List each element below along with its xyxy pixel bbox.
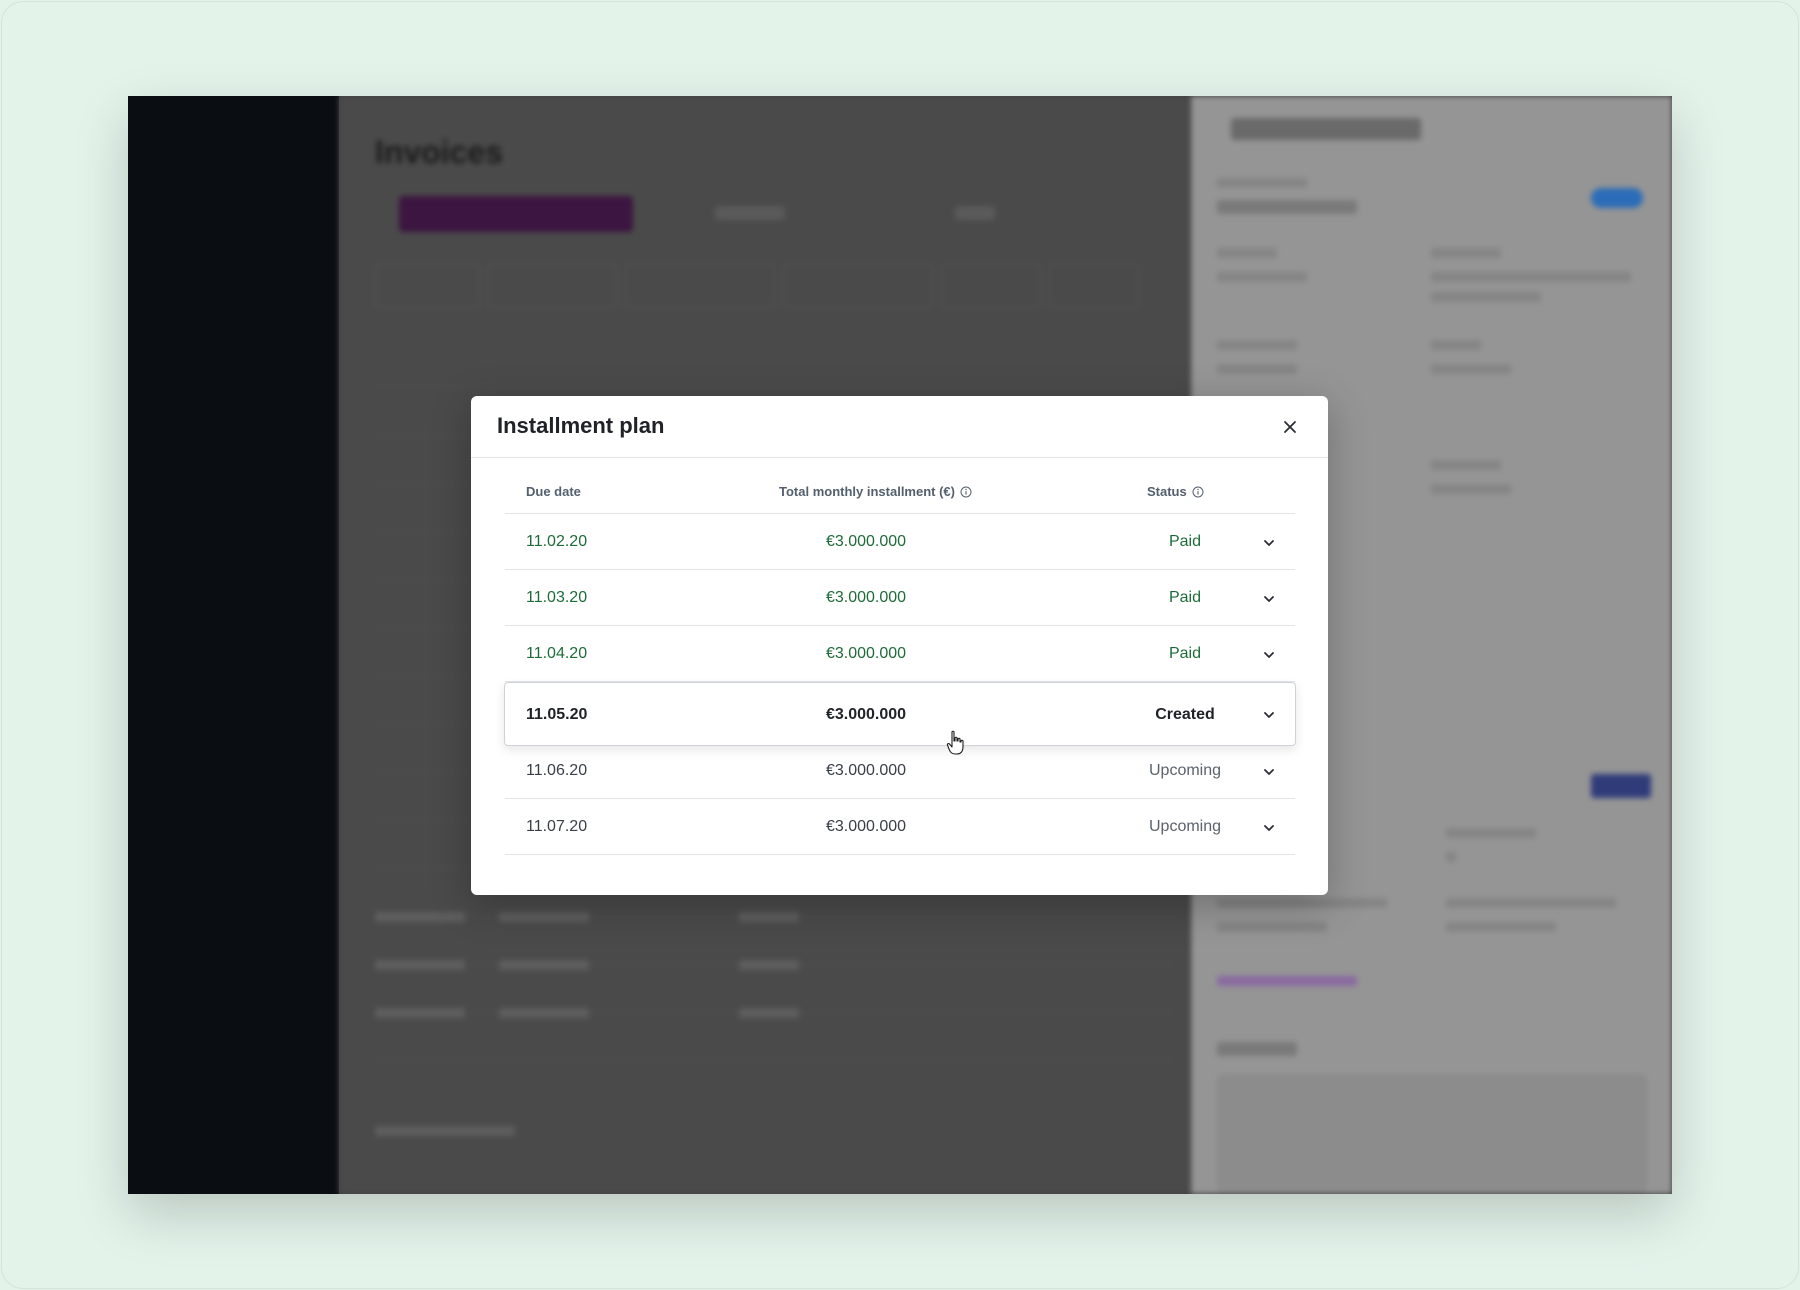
header-due-date: Due date: [526, 484, 581, 499]
installment-plan-modal: Installment plan Due date Total monthly …: [471, 396, 1328, 895]
installment-amount: €3.000.000: [825, 645, 907, 662]
header-total-installment: Total monthly installment (€): [779, 484, 972, 499]
chevron-down-icon[interactable]: [1262, 592, 1276, 606]
installment-amount: €3.000.000: [825, 589, 907, 606]
installment-amount: €3.000.000: [825, 762, 907, 779]
chevron-down-icon[interactable]: [1262, 708, 1276, 722]
chevron-down-icon[interactable]: [1262, 765, 1276, 779]
installment-row[interactable]: 11.03.20 €3.000.000 Paid: [505, 570, 1295, 626]
info-icon[interactable]: [1192, 486, 1204, 498]
chevron-down-icon[interactable]: [1262, 536, 1276, 550]
installment-row[interactable]: 11.07.20 €3.000.000 Upcoming: [505, 799, 1295, 855]
status-label: Paid: [1168, 533, 1202, 550]
table-header: Due date Total monthly installment (€) S…: [505, 458, 1295, 514]
status-label: Upcoming: [1148, 762, 1222, 779]
close-button[interactable]: [1277, 414, 1303, 440]
installment-row[interactable]: 11.04.20 €3.000.000 Paid: [505, 626, 1295, 682]
due-date: 11.05.20: [526, 706, 588, 723]
installment-row[interactable]: 11.06.20 €3.000.000 Upcoming: [505, 743, 1295, 799]
installment-amount: €3.000.000: [825, 533, 907, 550]
installment-row-hovered[interactable]: 11.05.20 €3.000.000 Created: [504, 682, 1296, 746]
info-icon[interactable]: [960, 486, 972, 498]
close-icon: [1284, 421, 1296, 433]
installment-amount: €3.000.000: [825, 706, 907, 723]
due-date: 11.02.20: [526, 533, 588, 550]
due-date: 11.03.20: [526, 589, 588, 606]
installment-table: Due date Total monthly installment (€) S…: [504, 458, 1296, 855]
due-date: 11.07.20: [526, 818, 588, 835]
status-label: Paid: [1168, 589, 1202, 606]
chevron-down-icon[interactable]: [1262, 648, 1276, 662]
active-row-slot: 11.05.20 €3.000.000 Created: [504, 682, 1296, 746]
modal-header: Installment plan: [471, 396, 1328, 458]
installment-amount: €3.000.000: [825, 818, 907, 835]
chevron-down-icon[interactable]: [1262, 821, 1276, 835]
status-label: Paid: [1168, 645, 1202, 662]
header-status: Status: [1147, 484, 1204, 499]
hand-pointer-icon: [946, 730, 964, 755]
installment-row[interactable]: 11.02.20 €3.000.000 Paid: [505, 514, 1295, 570]
due-date: 11.06.20: [526, 762, 588, 779]
status-label: Created: [1155, 706, 1215, 723]
due-date: 11.04.20: [526, 645, 588, 662]
status-label: Upcoming: [1148, 818, 1222, 835]
modal-title: Installment plan: [497, 413, 665, 438]
